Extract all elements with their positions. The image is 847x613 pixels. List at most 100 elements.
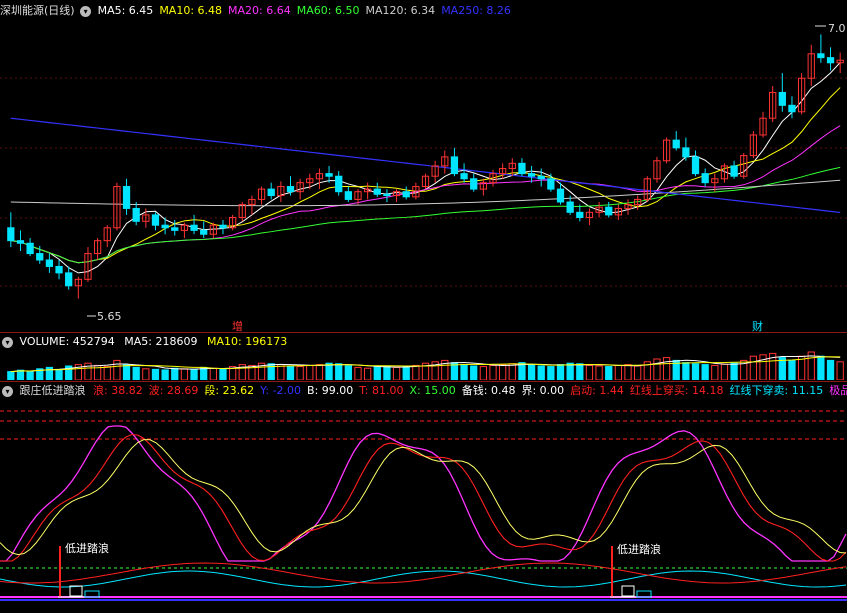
volume-bar xyxy=(711,364,719,380)
volume-bar xyxy=(537,365,545,380)
indicator-header: ▾ 跟庄低进踏浪 浪: 38.82 波: 28.69 段: 23.62 Y: -2.0… xyxy=(0,383,847,399)
volume-bar xyxy=(470,365,478,380)
candle xyxy=(527,173,536,177)
ma-label: MA250: 8.26 xyxy=(441,4,511,17)
volume-bar xyxy=(286,365,295,380)
base-line-cyan xyxy=(0,570,847,588)
candle xyxy=(402,191,410,198)
ma-label: MA120: 6.34 xyxy=(365,4,436,17)
volume-bar xyxy=(277,364,285,380)
volume-bar xyxy=(344,365,352,380)
volume-bar xyxy=(576,363,584,380)
osc-line-yellow xyxy=(0,439,847,556)
stock-name[interactable]: 深圳能源 xyxy=(0,4,44,17)
volume-bar xyxy=(296,366,304,380)
price-header: 深圳能源(日线) ▾ MA5: 6.45 MA10: 6.48 MA20: 6.64… xyxy=(0,3,517,19)
indicator-value: 界: 0.00 xyxy=(521,384,565,397)
collapse-icon[interactable]: ▾ xyxy=(2,336,13,348)
volume-bar xyxy=(460,364,468,380)
volume-bar xyxy=(508,363,516,380)
candle xyxy=(267,188,275,197)
collapse-icon[interactable]: ▾ xyxy=(2,385,13,397)
volume-bar xyxy=(585,364,594,380)
volume-ma5: MA5: 218609 xyxy=(124,335,198,348)
candle xyxy=(701,173,709,184)
candle xyxy=(190,224,198,231)
indicator-value: 浪: 38.82 xyxy=(93,384,143,397)
ma5-line xyxy=(10,62,841,274)
candle xyxy=(682,147,690,158)
volume-bar xyxy=(142,368,150,380)
indicator-value: Y: -2.00 xyxy=(260,384,302,397)
candle xyxy=(691,156,700,175)
candle xyxy=(325,173,333,177)
candle xyxy=(122,186,131,209)
separator-2 xyxy=(0,381,847,382)
period-label[interactable]: (日线) xyxy=(44,4,75,17)
volume-chart xyxy=(7,351,844,380)
candle xyxy=(605,206,613,216)
candle xyxy=(219,224,227,229)
candle xyxy=(373,188,381,195)
volume-bar xyxy=(547,366,555,380)
indicator-value: B: 99.00 xyxy=(307,384,354,397)
ma-label: MA20: 6.64 xyxy=(228,4,291,17)
volume-bar xyxy=(161,369,169,380)
candle xyxy=(55,265,63,274)
volume-bar xyxy=(759,354,767,380)
indicator-value: 备钱: 0.48 xyxy=(461,384,516,397)
indicator-chart xyxy=(0,410,847,601)
candle xyxy=(200,229,208,235)
indicator-name[interactable]: 跟庄低进踏浪 xyxy=(20,384,86,397)
volume-bar xyxy=(614,364,623,380)
collapse-icon[interactable]: ▾ xyxy=(80,5,92,17)
candle xyxy=(450,156,459,175)
volume-value: VOLUME: 452794 xyxy=(19,335,115,348)
high-price-label: 7.0 xyxy=(828,22,846,35)
candle xyxy=(344,191,352,200)
indicator-value: 极品 xyxy=(829,384,847,397)
volume-bar xyxy=(306,364,314,380)
ma250-line xyxy=(10,117,841,214)
volume-bar xyxy=(190,368,198,380)
candle xyxy=(817,53,825,59)
ma-legend: MA5: 6.45 MA10: 6.48 MA20: 6.64 MA60: 6.50 M… xyxy=(98,4,517,17)
candle xyxy=(730,165,738,177)
volume-bar xyxy=(122,364,131,380)
volume-ma10: MA10: 196173 xyxy=(206,335,288,348)
candle xyxy=(16,240,25,244)
volume-bar xyxy=(499,364,507,380)
volume-bar xyxy=(701,364,709,380)
signal-label-2: 低进踏浪 xyxy=(617,543,661,556)
volume-bar xyxy=(180,368,189,380)
volume-bar xyxy=(392,366,401,380)
volume-bar xyxy=(402,366,410,380)
candle xyxy=(470,178,478,190)
candle xyxy=(7,227,15,242)
candle xyxy=(537,175,545,180)
volume-bar xyxy=(479,366,487,380)
signal-box xyxy=(69,585,83,597)
indicator-value: 段: 23.62 xyxy=(204,384,255,397)
candle xyxy=(171,227,179,231)
volume-bar xyxy=(26,370,34,380)
volume-bar xyxy=(16,369,25,380)
candle xyxy=(547,178,555,190)
volume-bar xyxy=(219,368,227,380)
candle xyxy=(788,104,796,113)
indicator-value: X: 15.00 xyxy=(409,384,456,397)
indicator-value: 红线上穿买: 14.18 xyxy=(629,384,724,397)
candle xyxy=(45,259,54,267)
indicator-legend: 浪: 38.82 波: 28.69 段: 23.62 Y: -2.00 B: 99.00… xyxy=(93,384,847,397)
indicator-value: T: 81.00 xyxy=(359,384,404,397)
volume-bar xyxy=(412,364,420,380)
indicator-value: 红线下穿卖: 11.15 xyxy=(729,384,824,397)
candle xyxy=(778,91,786,106)
signal-label-1: 低进踏浪 xyxy=(65,542,109,555)
volume-bar xyxy=(682,362,690,380)
volume-bar xyxy=(730,362,738,380)
volume-bar xyxy=(595,365,603,380)
candle xyxy=(65,272,73,287)
ma20-line xyxy=(10,125,841,264)
volume-bar xyxy=(817,355,825,380)
